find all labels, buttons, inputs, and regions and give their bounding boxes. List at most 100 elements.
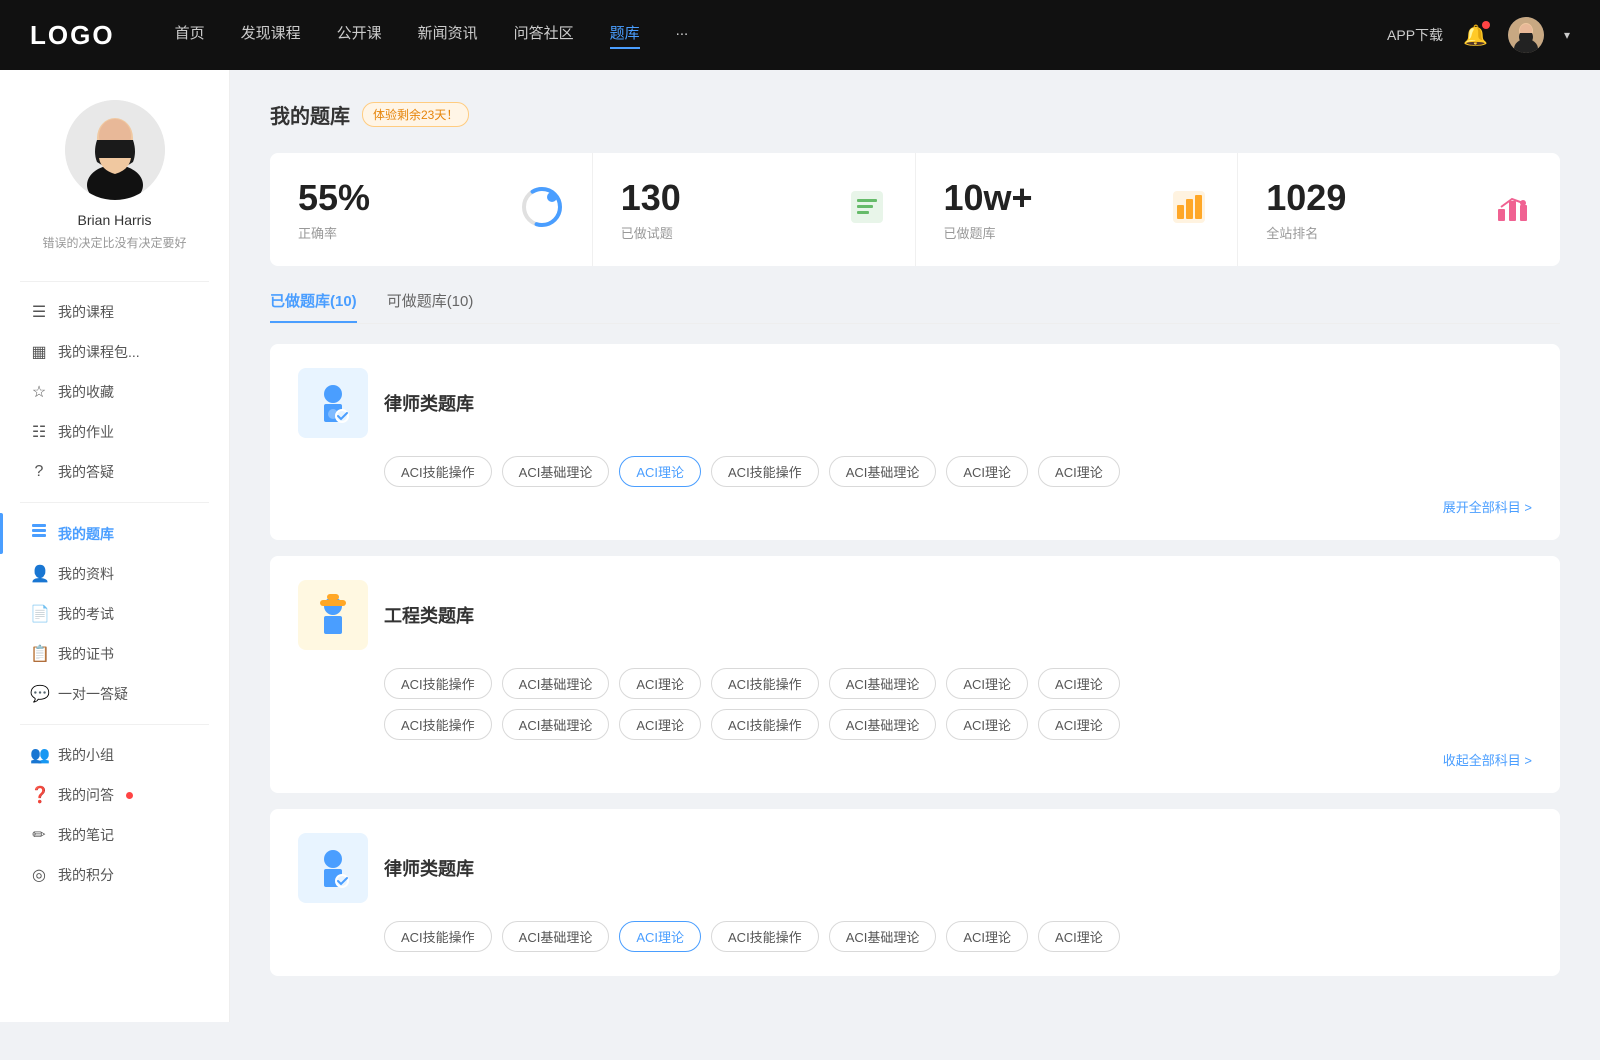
- nav-qa[interactable]: 问答社区: [514, 22, 574, 49]
- tag[interactable]: ACI理论: [946, 668, 1028, 699]
- sidebar-item-qa[interactable]: ? 我的答疑: [0, 452, 229, 492]
- tag[interactable]: ACI理论: [1038, 456, 1120, 487]
- expand-link[interactable]: 展开全部科目 >: [1443, 497, 1532, 516]
- tag[interactable]: ACI基础理论: [829, 456, 937, 487]
- trial-badge: 体验剩余23天！: [362, 102, 469, 127]
- tab-todo[interactable]: 可做题库(10): [387, 290, 474, 323]
- sidebar-item-cert[interactable]: 📋 我的证书: [0, 634, 229, 674]
- sidebar-item-homework[interactable]: ☷ 我的作业: [0, 412, 229, 452]
- user-menu-chevron[interactable]: ▾: [1564, 28, 1570, 42]
- tag[interactable]: ACI理论: [1038, 668, 1120, 699]
- chat-icon: 💬: [30, 684, 48, 704]
- rank-icon: [1492, 187, 1532, 232]
- cert-icon: 📋: [30, 644, 48, 664]
- app-download-btn[interactable]: APP下载: [1387, 25, 1443, 45]
- notification-dot: [1482, 21, 1490, 29]
- qbank-engineer-icon: [298, 580, 368, 650]
- accuracy-label: 正确率: [298, 223, 370, 242]
- sidebar: Brian Harris 错误的决定比没有决定要好 ☰ 我的课程 ▦ 我的课程包…: [0, 70, 230, 1022]
- sidebar-user-motto: 错误的决定比没有决定要好: [42, 234, 186, 251]
- tag-active[interactable]: ACI理论: [619, 921, 701, 952]
- stat-done-questions: 130 已做试题: [593, 153, 916, 266]
- profile-avatar-image: [65, 100, 165, 200]
- stat-accuracy: 55% 正确率: [270, 153, 593, 266]
- course-icon: ☰: [30, 302, 48, 322]
- nav-qbank[interactable]: 题库: [610, 22, 640, 49]
- profile-icon: 👤: [30, 564, 48, 584]
- sidebar-item-group[interactable]: 👥 我的小组: [0, 735, 229, 775]
- sidebar-item-my-qa2[interactable]: ❓ 我的问答: [0, 775, 229, 815]
- tag[interactable]: ACI基础理论: [829, 709, 937, 740]
- collapse-link[interactable]: 收起全部科目 >: [1443, 750, 1532, 769]
- qbank-card-header: 律师类题库: [298, 368, 1532, 438]
- qbank-tags-engineer-row1: ACI技能操作 ACI基础理论 ACI理论 ACI技能操作 ACI基础理论 AC…: [384, 668, 1532, 699]
- tag[interactable]: ACI理论: [619, 668, 701, 699]
- sidebar-item-my-course[interactable]: ☰ 我的课程: [0, 292, 229, 332]
- tag[interactable]: ACI基础理论: [502, 921, 610, 952]
- nav-news[interactable]: 新闻资讯: [418, 22, 478, 49]
- unread-dot: [126, 792, 133, 799]
- sidebar-item-label: 我的课程: [58, 302, 114, 322]
- tag[interactable]: ACI技能操作: [711, 709, 819, 740]
- sidebar-item-label: 我的小组: [58, 745, 114, 765]
- done-banks-label: 已做题库: [944, 223, 1033, 242]
- star-icon: ☆: [30, 382, 48, 402]
- sidebar-item-exam[interactable]: 📄 我的考试: [0, 594, 229, 634]
- sidebar-item-label: 我的题库: [58, 524, 114, 544]
- tag[interactable]: ACI技能操作: [711, 456, 819, 487]
- tag[interactable]: ACI技能操作: [384, 456, 492, 487]
- tag[interactable]: ACI理论: [1038, 709, 1120, 740]
- tag[interactable]: ACI理论: [619, 709, 701, 740]
- qbank-title-lawyer-2: 律师类题库: [384, 855, 474, 881]
- sidebar-item-points[interactable]: ◎ 我的积分: [0, 855, 229, 895]
- rank-value: 1029: [1266, 177, 1346, 219]
- tag[interactable]: ACI基础理论: [829, 921, 937, 952]
- sidebar-item-favorites[interactable]: ☆ 我的收藏: [0, 372, 229, 412]
- tag[interactable]: ACI基础理论: [502, 456, 610, 487]
- tag[interactable]: ACI理论: [946, 921, 1028, 952]
- page-header: 我的题库 体验剩余23天！: [270, 100, 1560, 129]
- qbank-card-lawyer-2: 律师类题库 ACI技能操作 ACI基础理论 ACI理论 ACI技能操作 ACI基…: [270, 809, 1560, 976]
- tag[interactable]: ACI理论: [946, 456, 1028, 487]
- qbank-footer-1: 展开全部科目 >: [298, 497, 1532, 516]
- done-questions-label: 已做试题: [621, 223, 681, 242]
- qbank-lawyer-icon: [298, 368, 368, 438]
- sidebar-item-course-pack[interactable]: ▦ 我的课程包...: [0, 332, 229, 372]
- tag[interactable]: ACI理论: [946, 709, 1028, 740]
- tag[interactable]: ACI技能操作: [711, 668, 819, 699]
- main-content-area: 我的题库 体验剩余23天！ 55% 正确率: [230, 70, 1600, 1022]
- avatar-image: [1508, 17, 1544, 53]
- qbank-card-header: 工程类题库: [298, 580, 1532, 650]
- nav-home[interactable]: 首页: [175, 22, 205, 49]
- sidebar-item-label: 我的答疑: [58, 462, 114, 482]
- nav-open-course[interactable]: 公开课: [337, 22, 382, 49]
- qbank-footer-2: 收起全部科目 >: [298, 750, 1532, 769]
- user-avatar[interactable]: [1508, 17, 1544, 53]
- qbank-tags-engineer-row2: ACI技能操作 ACI基础理论 ACI理论 ACI技能操作 ACI基础理论 AC…: [384, 709, 1532, 740]
- tag[interactable]: ACI技能操作: [384, 921, 492, 952]
- qbank-title-engineer: 工程类题库: [384, 602, 474, 628]
- qbank-icon: [30, 523, 48, 544]
- nav-more[interactable]: ...: [676, 22, 689, 49]
- tag[interactable]: ACI技能操作: [711, 921, 819, 952]
- tab-done[interactable]: 已做题库(10): [270, 290, 357, 323]
- sidebar-item-label: 我的收藏: [58, 382, 114, 402]
- tag-active[interactable]: ACI理论: [619, 456, 701, 487]
- stat-rank: 1029 全站排名: [1238, 153, 1560, 266]
- qbank-card-header: 律师类题库: [298, 833, 1532, 903]
- tag[interactable]: ACI基础理论: [502, 709, 610, 740]
- sidebar-item-label: 我的证书: [58, 644, 114, 664]
- sidebar-item-qbank[interactable]: 我的题库: [0, 513, 229, 554]
- done-banks-value: 10w+: [944, 177, 1033, 219]
- sidebar-item-notes[interactable]: ✏ 我的笔记: [0, 815, 229, 855]
- qa-icon: ?: [30, 463, 48, 481]
- nav-discover[interactable]: 发现课程: [241, 22, 301, 49]
- notification-bell[interactable]: 🔔: [1463, 23, 1488, 48]
- tag[interactable]: ACI技能操作: [384, 668, 492, 699]
- sidebar-item-one-on-one[interactable]: 💬 一对一答疑: [0, 674, 229, 714]
- tag[interactable]: ACI理论: [1038, 921, 1120, 952]
- tag[interactable]: ACI基础理论: [502, 668, 610, 699]
- tag[interactable]: ACI技能操作: [384, 709, 492, 740]
- sidebar-item-profile[interactable]: 👤 我的资料: [0, 554, 229, 594]
- tag[interactable]: ACI基础理论: [829, 668, 937, 699]
